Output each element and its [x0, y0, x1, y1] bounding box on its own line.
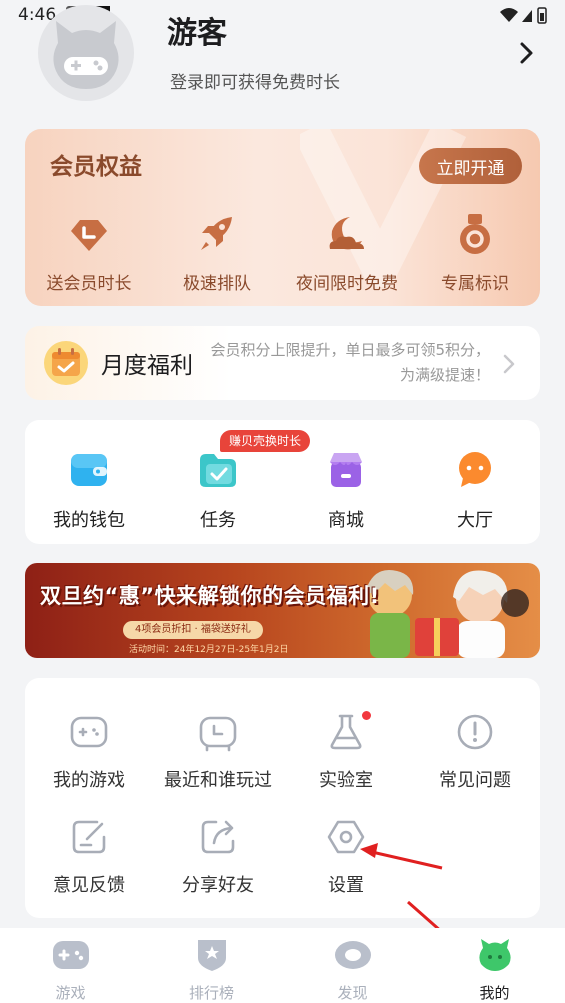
discover-eye-icon — [334, 941, 371, 969]
nav-label: 发现 — [337, 984, 368, 1002]
bottom-navigation: 游戏 排行榜 发现 我的 — [0, 928, 565, 1003]
nav-mine[interactable]: 我的 — [424, 938, 565, 1003]
nav-discover[interactable]: 发现 — [282, 938, 423, 1003]
annotation-arrows-icon — [360, 843, 477, 963]
rank-shield-icon — [197, 940, 226, 971]
mine-monster-icon — [478, 939, 511, 971]
nav-rankings[interactable]: 排行榜 — [141, 938, 282, 1003]
nav-label: 游戏 — [55, 984, 86, 1002]
nav-games[interactable]: 游戏 — [0, 938, 141, 1003]
nav-label: 我的 — [479, 984, 510, 1002]
gamepad-nav-icon — [52, 941, 89, 969]
nav-label: 排行榜 — [188, 984, 234, 1002]
